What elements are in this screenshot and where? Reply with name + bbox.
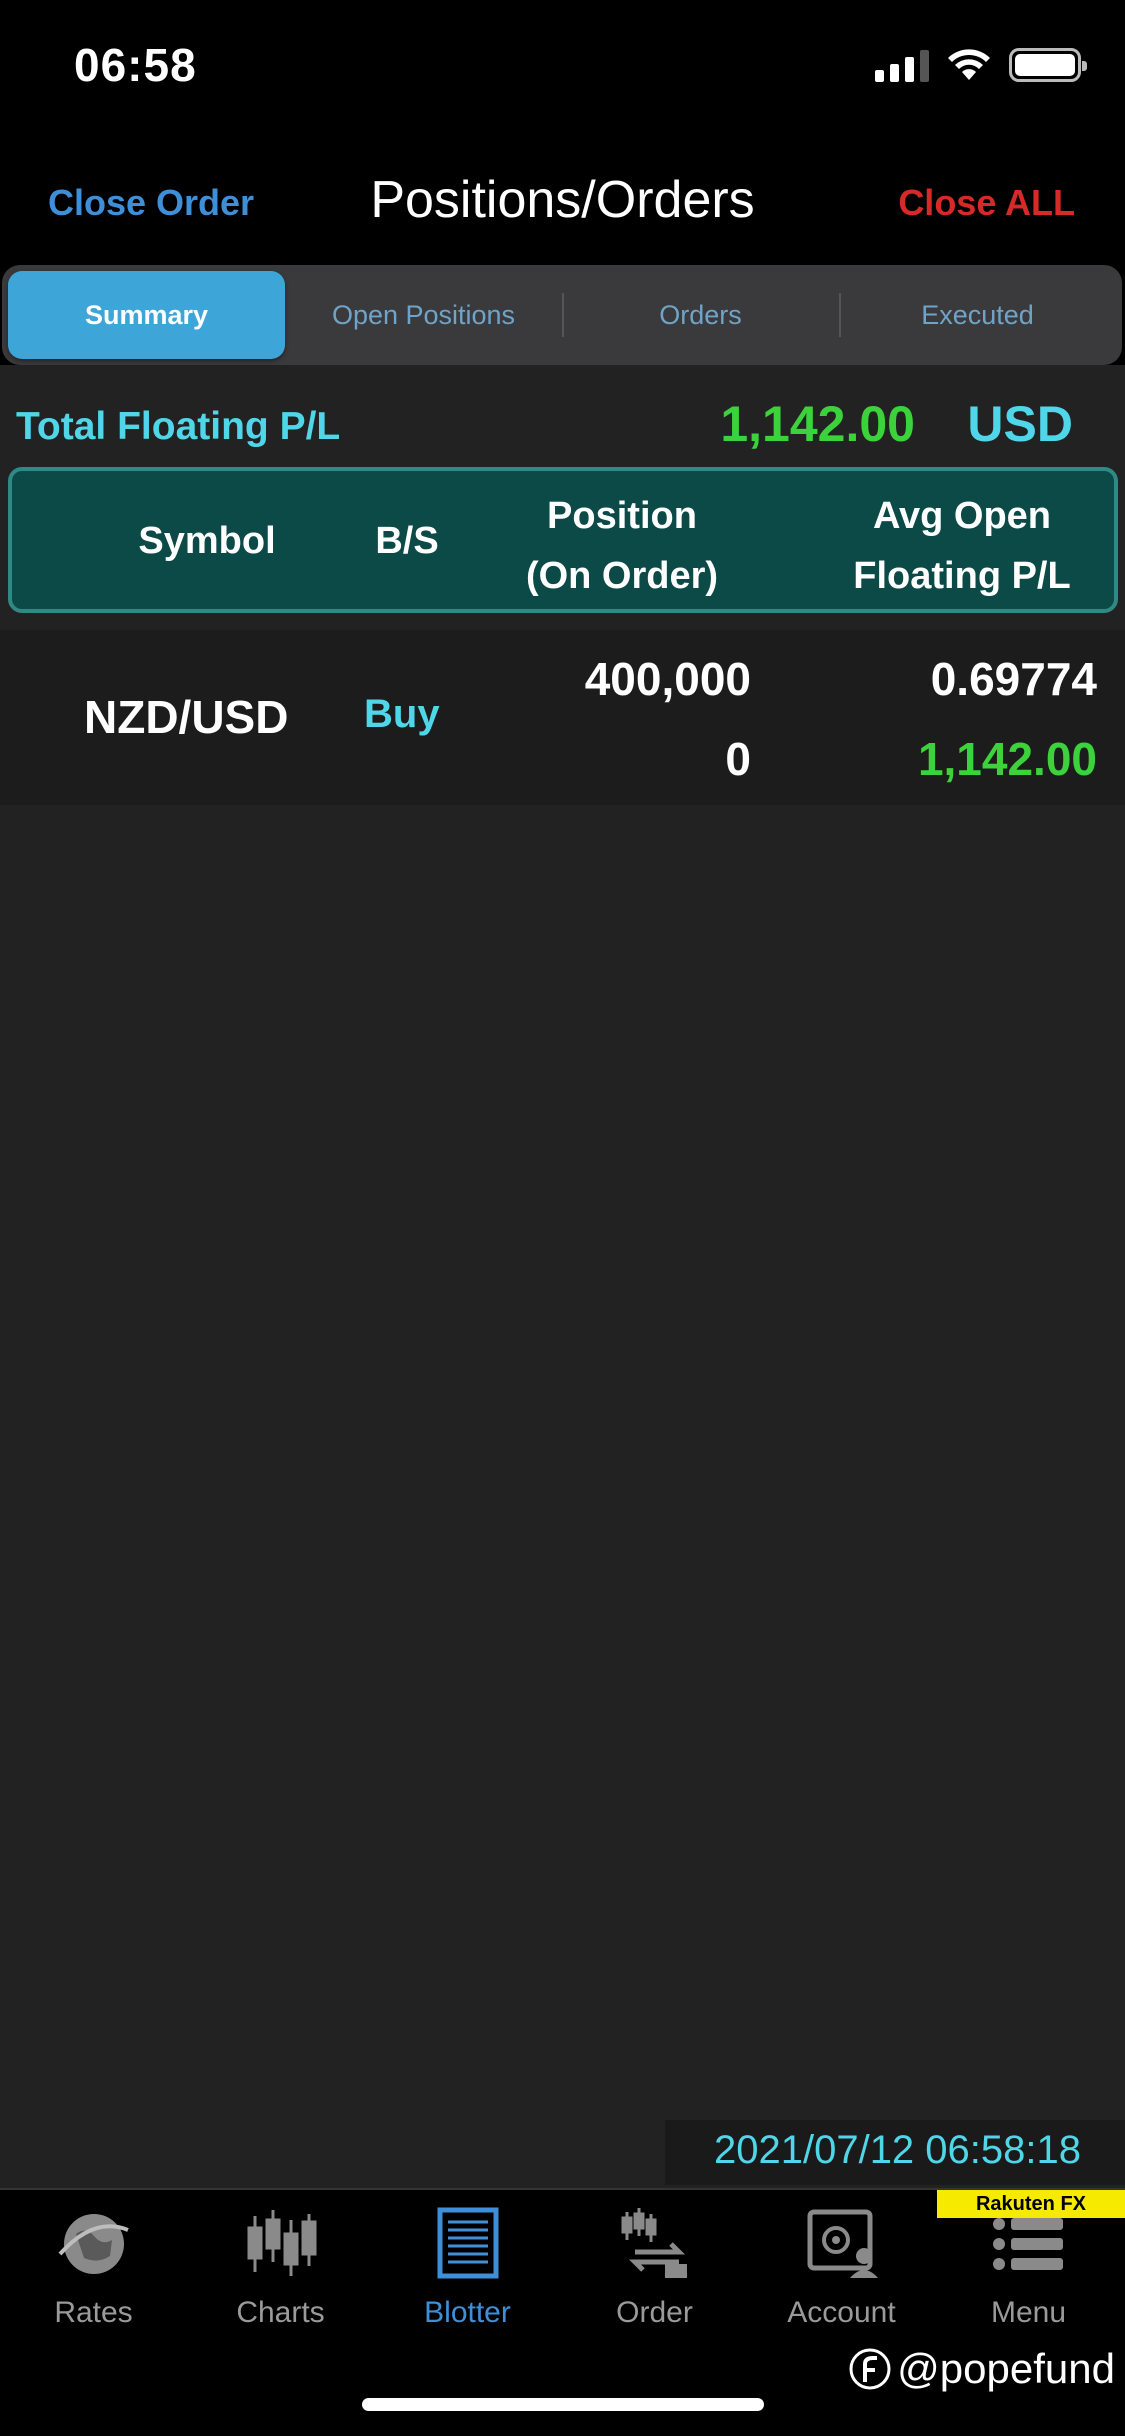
- total-floating-label: Total Floating P/L: [16, 405, 341, 448]
- column-avg-open-label: Avg Open: [872, 495, 1052, 537]
- nav-menu-label: Menu: [990, 2296, 1067, 2329]
- row-avg-open: 0.69774: [930, 653, 1097, 705]
- globe-icon: [58, 2214, 129, 2274]
- nav-header: Close Order Positions/Orders Close ALL: [0, 140, 1125, 265]
- watermark: @popefund: [849, 2345, 1115, 2393]
- nav-order-label: Order: [616, 2296, 693, 2329]
- row-symbol: NZD/USD: [84, 691, 289, 743]
- status-bar: 06:58: [0, 0, 1125, 140]
- close-all-button[interactable]: Close ALL: [898, 182, 1075, 224]
- nav-account[interactable]: Account: [748, 2206, 935, 2346]
- row-buy-sell: Buy: [364, 692, 440, 736]
- segment-bar: Summary Open Positions Orders Executed: [0, 265, 1125, 365]
- nav-blotter-label: Blotter: [424, 2296, 511, 2329]
- row-on-order: 0: [725, 733, 751, 785]
- battery-icon: [1009, 48, 1087, 82]
- timestamp: 2021/07/12 06:58:18: [713, 2128, 1081, 2172]
- column-on-order-label: (On Order): [525, 555, 719, 597]
- column-floating-pl-label: Floating P/L: [853, 555, 1071, 597]
- screen: 06:58 Close Order Positions/Orders Close…: [0, 0, 1125, 2436]
- home-indicator[interactable]: [362, 2398, 764, 2411]
- segmented-control: Summary Open Positions Orders Executed: [2, 265, 1122, 365]
- row-position: 400,000: [584, 653, 751, 705]
- safe-icon: [807, 2209, 878, 2278]
- watermark-logo-icon: [849, 2348, 891, 2390]
- column-position-label: Position: [547, 495, 697, 537]
- column-symbol: Symbol: [138, 520, 276, 562]
- tab-executed[interactable]: Executed: [839, 271, 1116, 359]
- candlestick-icon: [247, 2210, 316, 2276]
- nav-menu[interactable]: Menu: [935, 2206, 1122, 2346]
- brand-tag: Rakuten FX: [937, 2190, 1125, 2218]
- blotter-icon: [437, 2207, 498, 2279]
- column-position: Position (On Order): [507, 486, 737, 606]
- timestamp-box: 2021/07/12 06:58:18: [665, 2120, 1125, 2185]
- table-row[interactable]: NZD/USD Buy 400,000 0 0.69774 1,142.00: [0, 630, 1125, 805]
- cellular-signal-icon: [875, 48, 929, 82]
- table-header: Symbol B/S Position (On Order) Avg Open …: [8, 467, 1118, 613]
- order-icon: [621, 2208, 687, 2278]
- total-floating-row: Total Floating P/L 1,142.00 USD: [0, 385, 1125, 465]
- nav-charts-label: Charts: [236, 2296, 325, 2329]
- nav-order[interactable]: Order: [561, 2206, 748, 2346]
- tab-open-positions[interactable]: Open Positions: [285, 271, 562, 359]
- nav-rates[interactable]: Rates: [0, 2206, 187, 2346]
- row-floating-pl: 1,142.00: [917, 733, 1097, 785]
- nav-blotter[interactable]: Blotter: [374, 2206, 561, 2346]
- wifi-icon: [948, 49, 990, 80]
- tab-summary[interactable]: Summary: [8, 271, 285, 359]
- total-currency: USD: [967, 396, 1073, 452]
- nav-account-label: Account: [787, 2296, 896, 2329]
- tab-orders[interactable]: Orders: [562, 271, 839, 359]
- column-bs: B/S: [375, 520, 439, 562]
- watermark-text: @popefund: [897, 2345, 1115, 2392]
- nav-rates-label: Rates: [54, 2296, 133, 2329]
- status-icons: [875, 48, 1087, 82]
- total-floating-value: 1,142.00: [720, 396, 915, 452]
- status-time: 06:58: [74, 39, 197, 91]
- column-avg-open: Avg Open Floating P/L: [827, 486, 1097, 606]
- nav-charts[interactable]: Charts: [187, 2206, 374, 2346]
